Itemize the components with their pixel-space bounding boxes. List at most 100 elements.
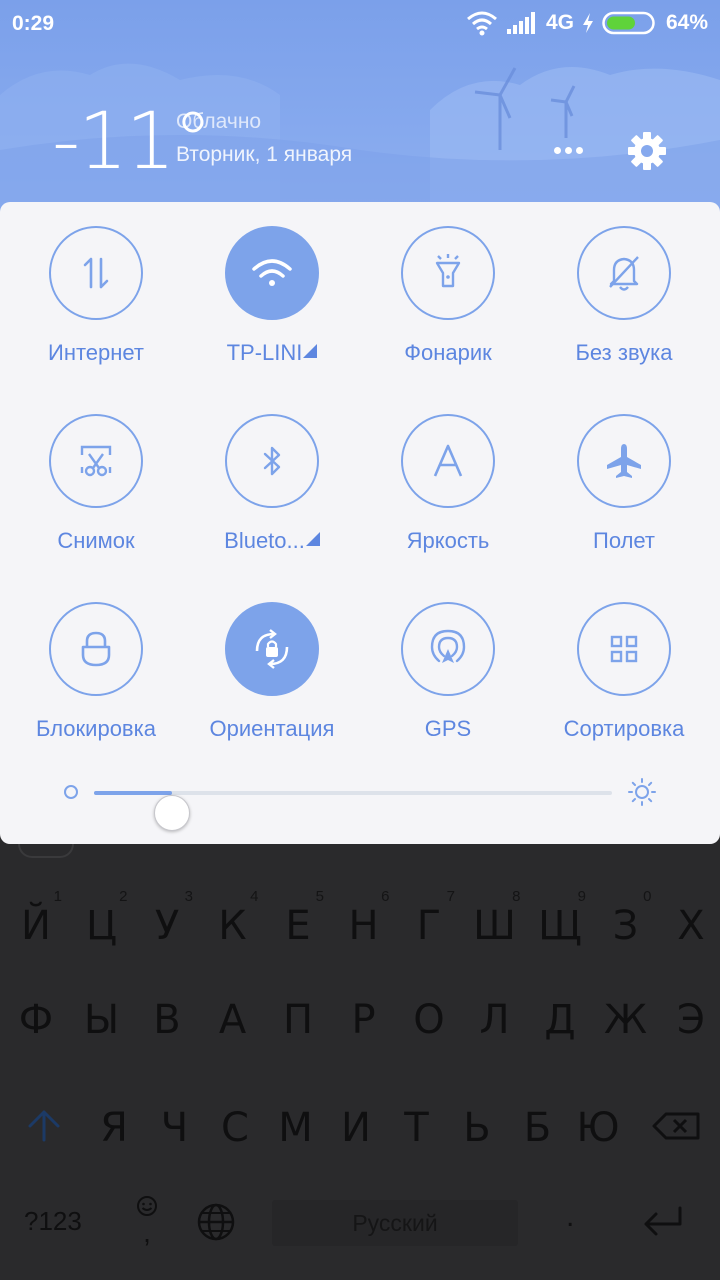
key[interactable]: Л bbox=[463, 974, 527, 1054]
emoji-comma-key[interactable]: , bbox=[132, 1194, 162, 1247]
key[interactable]: П bbox=[266, 974, 330, 1054]
key-letter: Д bbox=[544, 997, 576, 1043]
key[interactable]: Ж bbox=[594, 974, 658, 1054]
notification-header: 0:29 4G 64% -11° Облачно Вторник, 1 янва… bbox=[0, 0, 720, 220]
key-letter: Ж bbox=[603, 997, 648, 1043]
dropdown-corner-icon bbox=[305, 532, 320, 546]
space-key[interactable]: Русский bbox=[272, 1200, 518, 1246]
key[interactable]: Ю bbox=[566, 1082, 630, 1162]
tile-toggle-circle[interactable] bbox=[401, 602, 495, 696]
key[interactable]: Д bbox=[528, 974, 592, 1054]
brightness-thumb[interactable] bbox=[154, 795, 190, 831]
key[interactable]: Ч bbox=[143, 1082, 207, 1162]
symbols-key[interactable]: ?123 bbox=[24, 1206, 82, 1237]
key[interactable]: Я bbox=[82, 1082, 146, 1162]
key-letter: И bbox=[341, 1105, 371, 1151]
tile-label: Интернет bbox=[8, 340, 184, 366]
tile-toggle-circle[interactable] bbox=[49, 226, 143, 320]
key[interactable]: Б bbox=[506, 1082, 570, 1162]
data-transfer-icon bbox=[83, 257, 109, 289]
shift-key[interactable] bbox=[24, 1106, 64, 1146]
tile-label-text: Без звука bbox=[575, 340, 673, 365]
key[interactable]: Щ9 bbox=[528, 880, 592, 960]
tile-toggle-circle[interactable] bbox=[577, 602, 671, 696]
key[interactable]: У3 bbox=[135, 880, 199, 960]
key[interactable]: Н6 bbox=[332, 880, 396, 960]
tile-toggle-circle[interactable] bbox=[225, 602, 319, 696]
key-letter: В bbox=[153, 997, 181, 1043]
tile-toggle-circle[interactable] bbox=[49, 602, 143, 696]
key-letter: Ц bbox=[85, 903, 118, 949]
key[interactable]: Й1 bbox=[4, 880, 68, 960]
tile-toggle-circle[interactable] bbox=[577, 226, 671, 320]
key-letter: Ш bbox=[473, 903, 516, 949]
key[interactable]: В bbox=[135, 974, 199, 1054]
key-number-hint: 6 bbox=[381, 888, 390, 905]
key-letter: М bbox=[278, 1105, 313, 1151]
tile-flashlight[interactable]: Фонарик bbox=[360, 202, 536, 365]
key[interactable]: Т bbox=[385, 1082, 449, 1162]
key[interactable]: Р bbox=[332, 974, 396, 1054]
key-number-hint: 3 bbox=[184, 888, 193, 905]
tile-label: Фонарик bbox=[360, 340, 536, 366]
key-number-hint: 8 bbox=[512, 888, 521, 905]
tile-wifi[interactable]: TP-LINI bbox=[184, 202, 360, 365]
brightness-slider[interactable] bbox=[56, 770, 676, 831]
tile-screenshot-scissors[interactable]: Снимок bbox=[8, 390, 184, 553]
brightness-low-icon bbox=[64, 785, 78, 799]
tile-toggle-circle[interactable] bbox=[49, 414, 143, 508]
battery-percent: 64% bbox=[665, 11, 708, 34]
enter-arrow-icon bbox=[644, 1206, 682, 1236]
tile-toggle-circle[interactable] bbox=[577, 414, 671, 508]
key[interactable]: Х bbox=[659, 880, 720, 960]
tile-grid[interactable]: Сортировка bbox=[536, 578, 712, 741]
tile-toggle-circle[interactable] bbox=[225, 414, 319, 508]
tile-label-text: Яркость bbox=[406, 528, 490, 553]
tile-label: Ориентация bbox=[184, 716, 360, 742]
backspace-key[interactable] bbox=[650, 1106, 702, 1146]
emoji-icon bbox=[137, 1196, 157, 1216]
tile-label-text: Фонарик bbox=[404, 340, 492, 365]
key[interactable]: Э bbox=[659, 974, 720, 1054]
tile-label-text: Blueto... bbox=[224, 528, 305, 553]
tile-data-transfer[interactable]: Интернет bbox=[8, 202, 184, 365]
tile-brightness-auto[interactable]: Яркость bbox=[360, 390, 536, 553]
key[interactable]: Ц2 bbox=[70, 880, 134, 960]
airplane-icon bbox=[607, 444, 641, 478]
key-number-hint: 7 bbox=[446, 888, 455, 905]
key[interactable]: М bbox=[264, 1082, 328, 1162]
period-key[interactable]: . bbox=[566, 1200, 574, 1234]
tile-airplane[interactable]: Полет bbox=[536, 390, 712, 553]
tile-lock[interactable]: Блокировка bbox=[8, 578, 184, 741]
tile-bell-off[interactable]: Без звука bbox=[536, 202, 712, 365]
key[interactable]: С bbox=[203, 1082, 267, 1162]
keyboard: Й1Ц2У3К4Е5Н6Г7Ш8Щ9З0ХФЫВАПРОЛДЖЭЯЧСМИТЬБ… bbox=[0, 844, 720, 1280]
brightness-track[interactable] bbox=[94, 791, 612, 831]
tile-toggle-circle[interactable] bbox=[225, 226, 319, 320]
settings-gear-icon[interactable] bbox=[626, 130, 668, 172]
brightness-auto-icon bbox=[433, 444, 463, 477]
key[interactable]: К4 bbox=[201, 880, 265, 960]
key[interactable]: А bbox=[201, 974, 265, 1054]
key[interactable]: Ф bbox=[4, 974, 68, 1054]
key[interactable]: Е5 bbox=[266, 880, 330, 960]
key[interactable]: Г7 bbox=[397, 880, 461, 960]
key[interactable]: Ш8 bbox=[463, 880, 527, 960]
tile-gps[interactable]: GPS bbox=[360, 578, 536, 741]
key-letter: Е bbox=[285, 903, 311, 949]
tile-rotation-lock[interactable]: Ориентация bbox=[184, 578, 360, 741]
enter-key[interactable] bbox=[640, 1204, 684, 1240]
key[interactable]: Ы bbox=[70, 974, 134, 1054]
tile-bluetooth[interactable]: Blueto... bbox=[184, 390, 360, 553]
more-options-button[interactable] bbox=[548, 132, 590, 168]
tile-toggle-circle[interactable] bbox=[401, 226, 495, 320]
key[interactable]: Ь bbox=[445, 1082, 509, 1162]
status-time: 0:29 bbox=[12, 12, 55, 35]
key-letter: С bbox=[221, 1105, 249, 1151]
key[interactable]: З0 bbox=[594, 880, 658, 960]
key[interactable]: О bbox=[397, 974, 461, 1054]
key[interactable]: И bbox=[324, 1082, 388, 1162]
key-letter: Ч bbox=[160, 1105, 189, 1151]
language-key[interactable] bbox=[196, 1202, 236, 1242]
tile-toggle-circle[interactable] bbox=[401, 414, 495, 508]
